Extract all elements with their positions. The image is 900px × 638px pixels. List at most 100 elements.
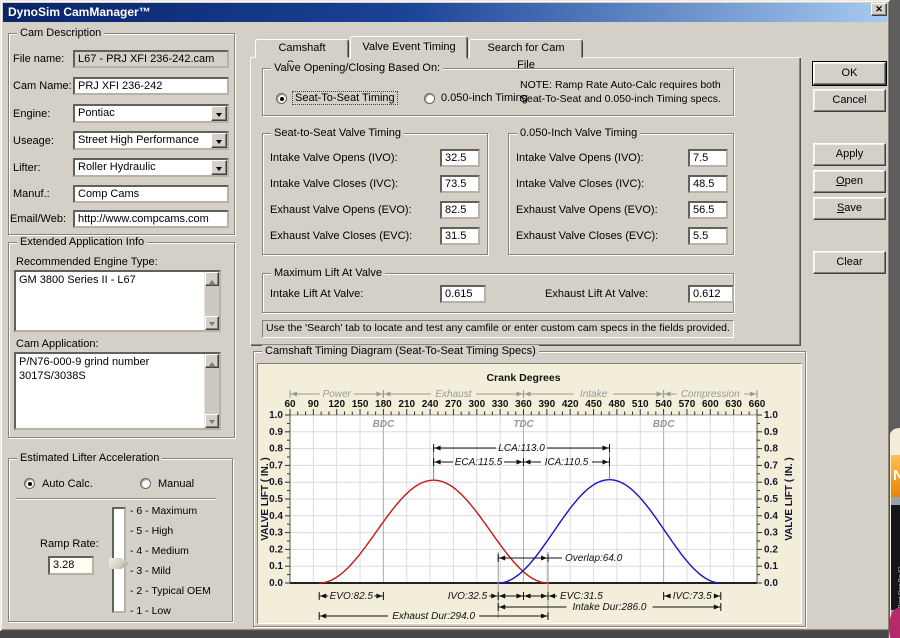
tab-valve-event-timing[interactable]: Valve Event Timing (350, 36, 468, 59)
scrollbar[interactable] (204, 272, 219, 330)
save-button[interactable]: Save (813, 197, 886, 220)
lifter-dropdown-button[interactable] (211, 160, 227, 175)
manual-radio[interactable] (140, 478, 151, 489)
scroll-down-icon[interactable] (205, 414, 219, 428)
exhaust-lift-field[interactable]: 0.612 (688, 285, 734, 303)
svg-text:450: 450 (585, 399, 602, 410)
title-bar[interactable]: DynoSim CamManager™ (3, 3, 887, 22)
svg-text:180: 180 (375, 399, 392, 410)
inch-ivo-label: Intake Valve Opens (IVO): (516, 152, 644, 164)
background-banner: N (891, 455, 900, 497)
scroll-up-icon[interactable] (205, 354, 219, 368)
useage-dropdown-button[interactable] (211, 133, 227, 148)
slider-scale-5: - 5 - High (130, 525, 173, 537)
auto-calc-label[interactable]: Auto Calc. (42, 478, 93, 490)
auto-calc-radio[interactable] (24, 478, 35, 489)
slider-scale-1: - 1 - Low (130, 605, 171, 617)
slider-scale-3: - 3 - Mild (130, 565, 171, 577)
timing-chart: BDCTDCBDC6090120150180210240270300330360… (258, 364, 801, 623)
valve-basis-title: Valve Opening/Closing Based On: (271, 62, 443, 74)
scrollbar[interactable] (204, 354, 219, 428)
inch-ivc-field[interactable]: 48.5 (688, 175, 728, 193)
file-name-field[interactable]: L67 - PRJ XFI 236-242.cam (73, 50, 229, 68)
svg-text:240: 240 (422, 399, 439, 410)
inch-evo-field[interactable]: 56.5 (688, 201, 728, 219)
seat-ivo-field[interactable]: 32.5 (440, 149, 480, 167)
open-button[interactable]: Open (813, 170, 886, 193)
background-banner-letter: N (893, 467, 900, 484)
useage-combobox[interactable]: Street High Performance (73, 131, 229, 150)
seat-to-seat-radio[interactable] (276, 93, 287, 104)
engine-label: Engine: (13, 108, 50, 120)
seat-evc-field[interactable]: 31.5 (440, 227, 480, 245)
svg-text:Exhaust Dur:294.0: Exhaust Dur:294.0 (392, 611, 475, 622)
svg-text:0.6: 0.6 (764, 477, 778, 488)
inch-timing-title: 0.050-Inch Valve Timing (517, 127, 640, 139)
scroll-down-icon[interactable] (205, 316, 219, 330)
svg-text:0.0: 0.0 (269, 578, 283, 589)
svg-text:0.3: 0.3 (269, 528, 283, 539)
svg-text:0.7: 0.7 (269, 460, 283, 471)
svg-text:60: 60 (284, 399, 296, 410)
seat-evo-field[interactable]: 82.5 (440, 201, 480, 219)
ok-button[interactable]: OK (813, 62, 886, 85)
seat-to-seat-label[interactable]: Seat-To-Seat Timing (293, 92, 397, 104)
seat-ivo-label: Intake Valve Opens (IVO): (270, 152, 398, 164)
recommended-engine-type-textarea[interactable]: GM 3800 Series II - L67 (14, 270, 221, 332)
seat-ivc-field[interactable]: 73.5 (440, 175, 480, 193)
cam-application-textarea[interactable]: P/N76-000-9 grind number 3017S/3038S (14, 352, 221, 430)
scroll-up-icon[interactable] (205, 272, 219, 286)
inch-evc-field[interactable]: 5.5 (688, 227, 728, 245)
engine-combobox[interactable]: Pontiac (73, 104, 229, 123)
clear-button[interactable]: Clear (813, 251, 886, 274)
close-icon[interactable]: ✕ (871, 3, 887, 16)
tab-search-for-cam-file[interactable]: Search for Cam File (469, 39, 583, 58)
ramp-rate-note: NOTE: Ramp Rate Auto-Calc requires both … (520, 78, 732, 106)
svg-text:0.5: 0.5 (269, 494, 283, 505)
manuf-field[interactable]: Comp Cams (73, 185, 229, 203)
svg-text:LCA:113.0: LCA:113.0 (498, 443, 545, 454)
svg-text:210: 210 (398, 399, 415, 410)
lifter-label: Lifter: (13, 162, 41, 174)
inch-timing-label[interactable]: 0.050-inch Timing (441, 92, 528, 104)
lifter-value: Roller Hydraulic (78, 161, 156, 173)
svg-text:390: 390 (539, 399, 556, 410)
svg-text:0.1: 0.1 (764, 561, 778, 572)
cancel-button[interactable]: Cancel (813, 89, 886, 112)
svg-text:VALVE LIFT ( IN. ): VALVE LIFT ( IN. ) (260, 457, 271, 541)
tab-camshaft-specs[interactable]: Camshaft Specs (255, 39, 349, 58)
extended-info-title: Extended Application Info (17, 236, 147, 248)
chevron-down-icon (216, 167, 222, 174)
apply-button[interactable]: Apply (813, 143, 886, 166)
inch-ivo-field[interactable]: 7.5 (688, 149, 728, 167)
slider-scale-6: - 6 - Maximum (130, 505, 197, 517)
lifter-accel-title: Estimated Lifter Acceleration (17, 452, 162, 464)
manual-label[interactable]: Manual (158, 478, 194, 490)
svg-text:Intake Dur:286.0: Intake Dur:286.0 (573, 602, 647, 613)
svg-text:0.7: 0.7 (764, 460, 778, 471)
ramp-rate-label: Ramp Rate: (40, 538, 99, 550)
svg-text:630: 630 (725, 399, 742, 410)
engine-dropdown-button[interactable] (211, 106, 227, 121)
cam-description-title: Cam Description (17, 27, 104, 39)
useage-value: Street High Performance (78, 134, 199, 146)
svg-text:BDC: BDC (653, 419, 675, 430)
svg-text:Crank Degrees: Crank Degrees (486, 372, 560, 384)
svg-text:150: 150 (352, 399, 369, 410)
cam-name-field[interactable]: PRJ XFI 236-242 (73, 77, 229, 95)
screen: N Paint Shop Pro X2 DynoSim CamManager™ … (0, 0, 900, 638)
intake-lift-field[interactable]: 0.615 (440, 285, 486, 303)
svg-text:300: 300 (468, 399, 485, 410)
background-product-box: Paint Shop Pro X2 (891, 505, 900, 610)
svg-text:420: 420 (562, 399, 579, 410)
svg-text:0.9: 0.9 (764, 427, 778, 438)
email-web-label: Email/Web: (10, 213, 66, 225)
email-web-field[interactable]: http://www.compcams.com (73, 210, 229, 228)
inch-timing-radio[interactable] (424, 93, 435, 104)
svg-text:0.9: 0.9 (269, 427, 283, 438)
lifter-combobox[interactable]: Roller Hydraulic (73, 158, 229, 177)
svg-text:EVO:82.5: EVO:82.5 (330, 591, 374, 602)
svg-text:BDC: BDC (373, 419, 395, 430)
svg-text:0.3: 0.3 (764, 528, 778, 539)
dynosim-cammanager-dialog: DynoSim CamManager™ ✕ Cam Description Fi… (0, 0, 890, 631)
